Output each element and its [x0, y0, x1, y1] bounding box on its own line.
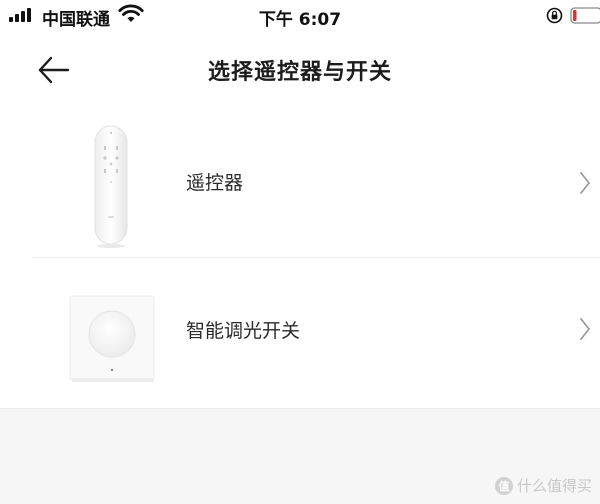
chevron-right-icon	[580, 172, 590, 194]
status-bar: 中国联通 下午 6:07	[0, 0, 600, 32]
svg-text:值: 值	[498, 479, 509, 493]
device-list: 遥控器 智能调光开关	[0, 108, 600, 408]
watermark-logo-icon: 值	[494, 476, 513, 495]
device-label: 遥控器	[186, 172, 244, 194]
status-time: 下午 6:07	[258, 10, 342, 30]
page-title: 选择遥控器与开关	[207, 60, 392, 85]
remote-control-image	[94, 125, 128, 248]
device-label: 智能调光开关	[186, 320, 301, 342]
rotation-lock-icon	[546, 7, 563, 24]
watermark-text: 什么值得买	[516, 477, 592, 495]
battery-icon	[570, 7, 600, 24]
dimmer-switch-image	[69, 295, 155, 382]
watermark: 值 什么值得买	[494, 475, 592, 496]
empty-bottom-area: 值 什么值得买	[0, 408, 600, 504]
chevron-right-icon	[580, 318, 590, 340]
list-item-remote-control[interactable]: 遥控器	[0, 108, 600, 258]
navigation-header: 选择遥控器与开关	[0, 32, 600, 108]
